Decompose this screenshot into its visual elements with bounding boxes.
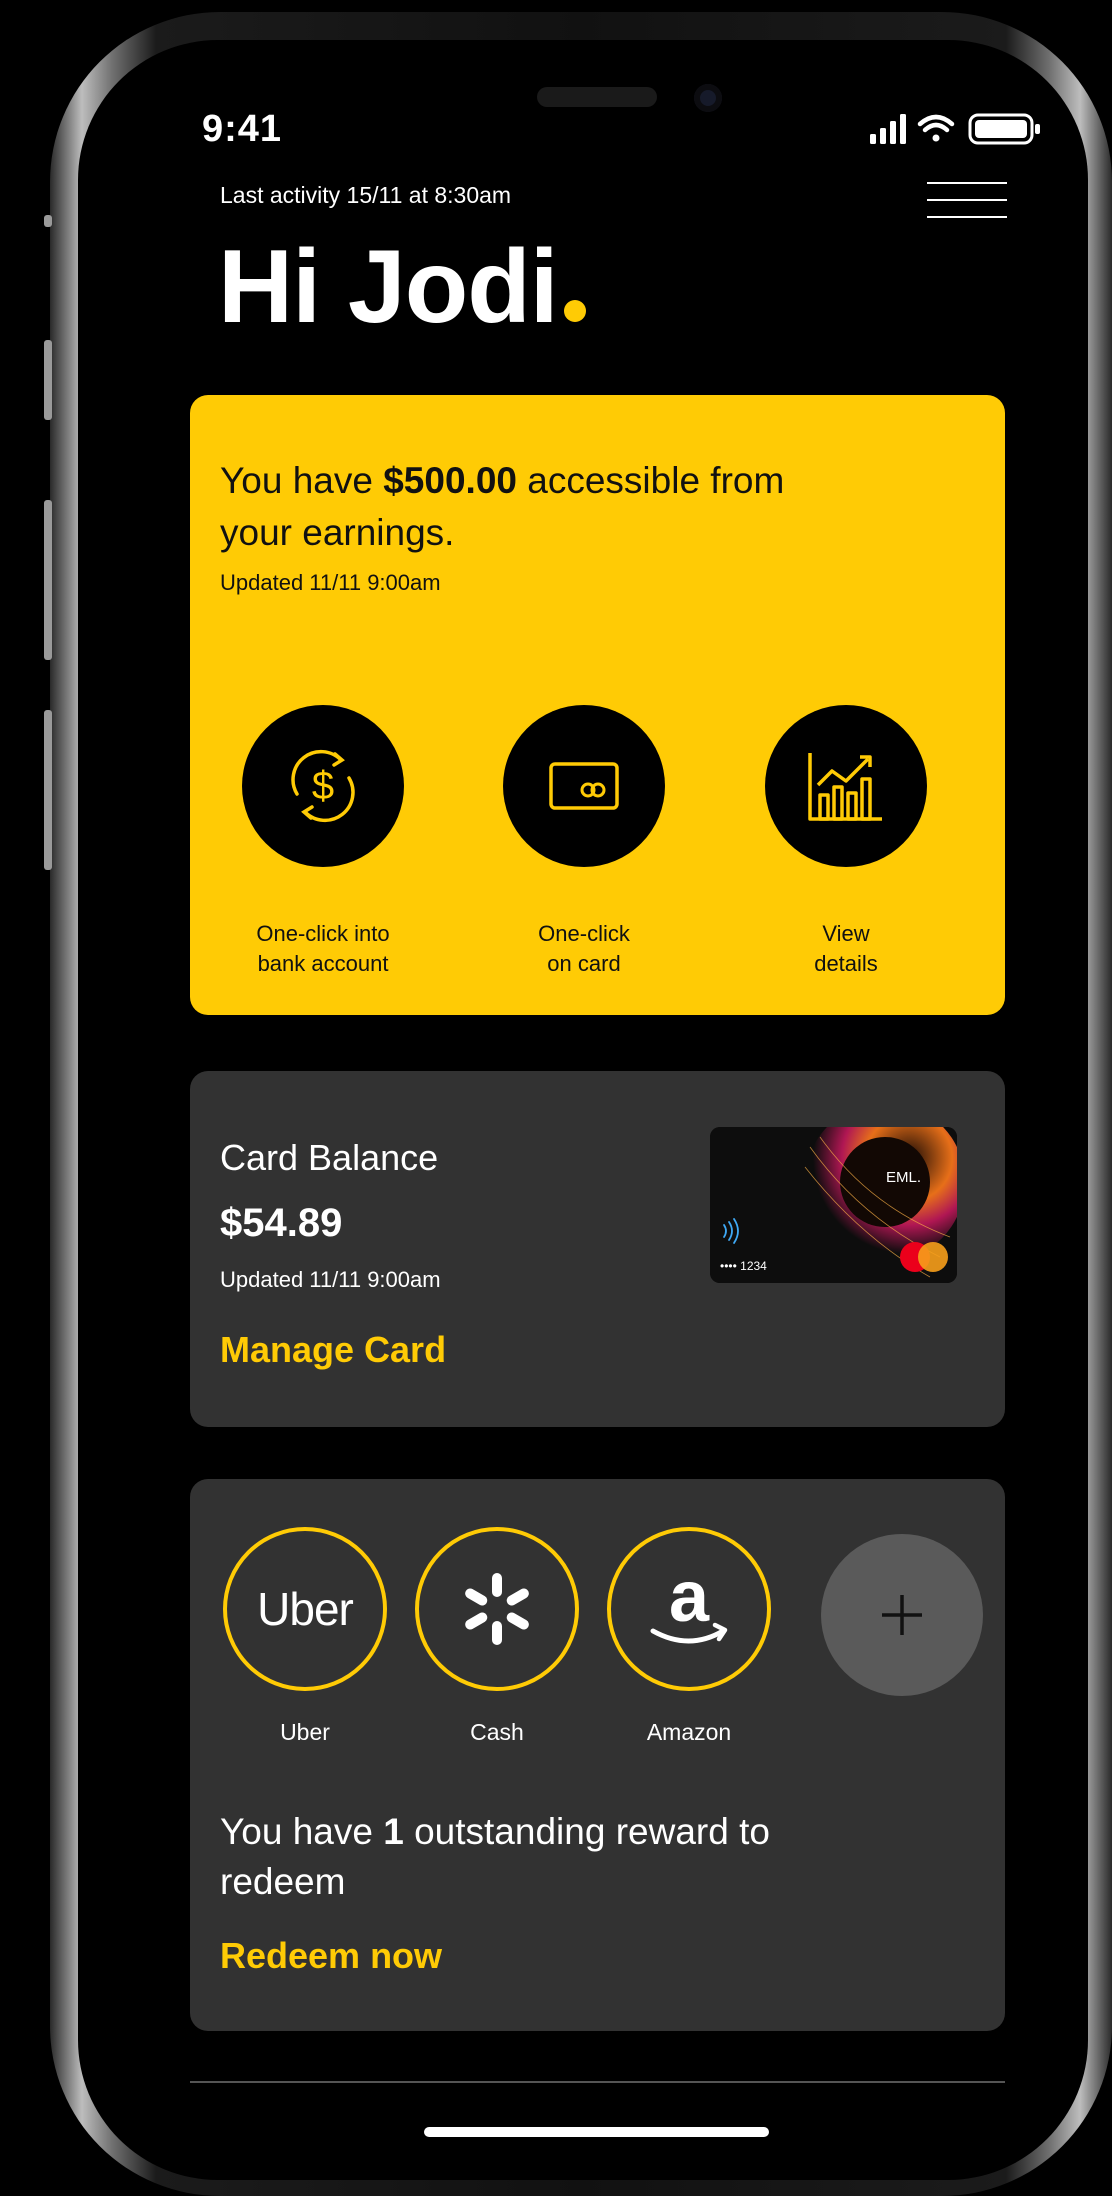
hamburger-menu-icon[interactable]	[927, 180, 1007, 220]
status-time: 9:41	[202, 108, 283, 150]
card-balance-panel: Card Balance $54.89 Updated 11/11 9:00am…	[190, 1071, 1005, 1427]
rewards-panel: Uber Uber Cash a Amazon You have 1 outst…	[190, 1479, 1005, 2031]
dollar-transfer-icon: $	[291, 749, 355, 823]
earnings-card: You have $500.00 accessible from your ea…	[190, 395, 1005, 1015]
uber-logo: Uber	[223, 1527, 387, 1691]
wifi-icon	[917, 114, 955, 142]
earnings-updated: Updated 11/11 9:00am	[220, 570, 441, 595]
status-icons	[870, 113, 1040, 145]
view-details-button[interactable]: View details	[746, 705, 946, 979]
volume-up-button	[44, 340, 52, 420]
earnings-amount: $500.00	[383, 460, 517, 501]
battery-icon	[968, 113, 1040, 145]
action-label: One-click on card	[538, 921, 630, 976]
phone-side-button	[44, 215, 52, 227]
svg-text:$: $	[312, 764, 334, 808]
spark-icon	[465, 1573, 529, 1645]
amazon-logo: a	[607, 1527, 771, 1691]
reward-cash[interactable]: Cash	[415, 1527, 579, 1746]
amazon-logo-text: a	[669, 1559, 710, 1637]
one-click-bank-button[interactable]: $ One-click into bank account	[223, 705, 423, 979]
last-activity: Last activity 15/11 at 8:30am	[220, 182, 512, 208]
plus-icon	[882, 1595, 922, 1635]
manage-card-link[interactable]: Manage Card	[220, 1329, 446, 1371]
home-indicator[interactable]	[424, 2127, 769, 2137]
add-reward-button[interactable]	[821, 1534, 983, 1696]
card-brand-label: EML.	[886, 1169, 921, 1186]
reward-text-prefix: You have	[220, 1811, 384, 1852]
action-circle: $	[242, 705, 404, 867]
speaker-grille	[537, 87, 657, 107]
mastercard-icon	[900, 1242, 948, 1272]
reward-uber[interactable]: Uber Uber	[223, 1527, 387, 1746]
card-balance-amount: $54.89	[220, 1201, 343, 1245]
reward-message: You have 1 outstanding reward to redeem	[220, 1807, 820, 1907]
one-click-card-button[interactable]: One-click on card	[484, 705, 684, 979]
reward-brand-name: Uber	[280, 1719, 330, 1745]
greeting-dot	[563, 300, 586, 322]
reward-count: 1	[383, 1811, 404, 1852]
bar-chart-icon	[808, 753, 882, 821]
action-circle	[503, 705, 665, 867]
card-number: •••• 1234	[720, 1259, 767, 1273]
action-circle	[765, 705, 927, 867]
bottom-divider	[190, 2081, 1005, 2083]
reward-brand-name: Amazon	[646, 1719, 732, 1745]
card-balance-title: Card Balance	[220, 1137, 439, 1178]
volume-button	[44, 500, 52, 660]
earnings-headline: You have $500.00 accessible from your ea…	[220, 455, 860, 559]
action-label: View details	[814, 921, 878, 976]
redeem-now-link[interactable]: Redeem now	[220, 1935, 442, 1977]
reward-amazon[interactable]: a Amazon	[607, 1527, 771, 1746]
card-icon	[549, 762, 619, 810]
uber-logo-text: Uber	[257, 1583, 354, 1635]
volume-down-button	[44, 710, 52, 870]
amazon-icon: a	[650, 1559, 728, 1644]
signal-icon	[870, 114, 906, 144]
card-art: •••• 1234 EML.	[710, 1127, 957, 1283]
reward-brand-name: Cash	[470, 1719, 524, 1745]
greeting-text: Hi Jodi	[218, 229, 559, 345]
action-label: One-click into bank account	[256, 921, 390, 976]
greeting-heading: Hi Jodi	[218, 228, 586, 348]
walmart-spark-logo	[415, 1527, 579, 1691]
payment-card-image[interactable]: •••• 1234 EML.	[710, 1127, 957, 1283]
card-balance-updated: Updated 11/11 9:00am	[220, 1267, 441, 1292]
front-camera	[694, 84, 722, 112]
earnings-prefix: You have	[220, 460, 384, 501]
